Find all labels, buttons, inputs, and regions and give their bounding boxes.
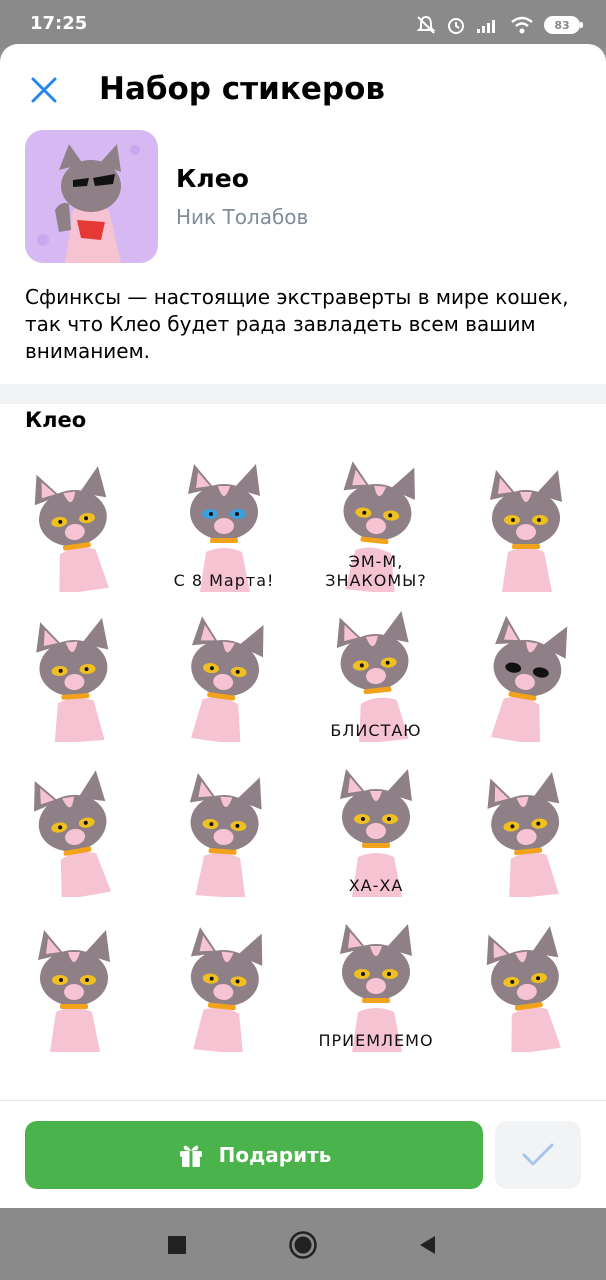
- sticker-9[interactable]: [4, 761, 144, 901]
- pack-name: Клео: [176, 164, 249, 193]
- back-button[interactable]: [412, 1230, 442, 1260]
- wifi-icon: [511, 16, 533, 34]
- sticker-image: [490, 470, 562, 592]
- page-title: Набор стикеров: [99, 71, 386, 107]
- sticker-1[interactable]: [4, 456, 144, 596]
- circle-icon: [289, 1231, 317, 1259]
- sticker-11[interactable]: ХА-ХА: [306, 761, 446, 901]
- battery-icon: 83: [544, 16, 583, 34]
- sticker-image: [487, 771, 560, 897]
- sticker-14[interactable]: [154, 916, 294, 1056]
- sticker-8[interactable]: [456, 606, 596, 746]
- sticker-image: [191, 616, 264, 742]
- sticker-caption: БЛИСТАЮ: [330, 721, 422, 740]
- sticker-image: [34, 770, 112, 897]
- recents-button[interactable]: [162, 1230, 192, 1260]
- sticker-image: [34, 466, 109, 592]
- sticker-pack-sheet: Набор стикеров Клео Ник Толабов Сфинксы: [0, 44, 606, 1208]
- sticker-caption: ХА-ХА: [348, 876, 404, 895]
- gift-icon: [179, 1145, 202, 1167]
- sheet-header: Набор стикеров: [0, 44, 606, 136]
- sticker-image: [38, 930, 110, 1052]
- pack-info: Клео Ник Толабов Сфинксы — настоящие экс…: [0, 130, 606, 384]
- alarm-icon: [448, 18, 464, 34]
- gift-button[interactable]: Подарить: [25, 1121, 483, 1189]
- system-nav-bar: [0, 1208, 606, 1280]
- sticker-2[interactable]: С 8 Марта!: [154, 456, 294, 596]
- sticker-16[interactable]: [456, 916, 596, 1056]
- close-icon: [31, 77, 57, 103]
- home-button[interactable]: [288, 1230, 318, 1260]
- sticker-13[interactable]: [4, 916, 144, 1056]
- section-divider: [0, 384, 606, 404]
- back-triangle-icon: [420, 1236, 435, 1254]
- status-time: 17:25: [30, 13, 88, 34]
- section-title: Клео: [25, 408, 87, 432]
- status-bar: 17:25 83: [0, 0, 606, 48]
- sticker-3[interactable]: ЭМ-М, ЗНАКОМЫ?: [306, 456, 446, 596]
- pack-author[interactable]: Ник Толабов: [176, 205, 308, 229]
- square-icon: [168, 1236, 186, 1254]
- added-button[interactable]: [495, 1121, 581, 1189]
- sticker-caption: ЭМ-М, ЗНАКОМЫ?: [325, 552, 427, 590]
- sticker-12[interactable]: [456, 761, 596, 901]
- sticker-5[interactable]: [4, 606, 144, 746]
- sticker-image: [486, 926, 561, 1052]
- signal-icon: [477, 20, 495, 33]
- sticker-15[interactable]: ПРИЕМЛЕМО: [306, 916, 446, 1056]
- sticker-10[interactable]: [154, 761, 294, 901]
- sticker-image: [190, 927, 263, 1052]
- sticker-caption: ПРИЕМЛЕМО: [318, 1031, 434, 1050]
- pack-description: Сфинксы — настоящие экстраверты в мире к…: [25, 285, 569, 363]
- close-button[interactable]: [22, 68, 66, 112]
- gift-button-label: Подарить: [218, 1143, 332, 1167]
- sticker-7[interactable]: БЛИСТАЮ: [306, 606, 446, 746]
- pack-thumbnail: [25, 130, 158, 263]
- sticker-image: [36, 617, 109, 742]
- sticker-4[interactable]: [456, 456, 596, 596]
- sticker-6[interactable]: [154, 606, 294, 746]
- checkmark-icon: [522, 1143, 554, 1166]
- screen: 17:25 83 Набор стикеров Клео Ник Толабов…: [0, 0, 606, 1280]
- footer-bar: Подарить: [0, 1100, 606, 1209]
- sticker-caption: С 8 Марта!: [173, 571, 275, 590]
- status-icons: 83: [416, 12, 583, 38]
- mute-icon: [416, 15, 436, 34]
- sticker-image: [490, 615, 568, 742]
- sticker-image: [189, 773, 262, 897]
